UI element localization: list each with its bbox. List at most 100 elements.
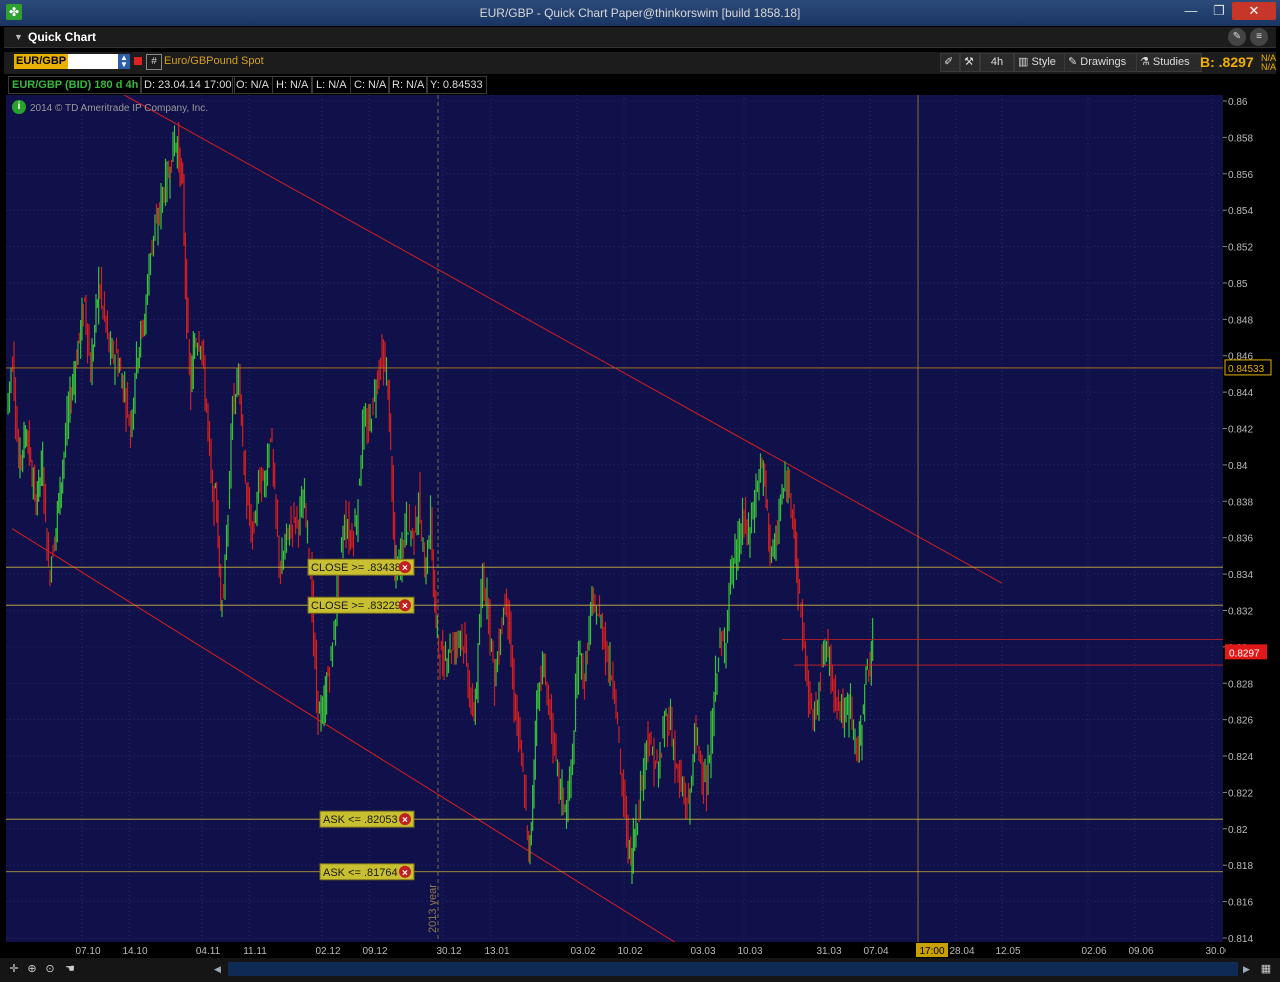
symbol-description: Euro/GBPound Spot xyxy=(164,55,264,67)
scroll-left-arrow-icon[interactable]: ◀ xyxy=(214,962,226,976)
time-axis-svg: 07.10 14.10 04.11 11.11 02.12 09.12 30.12 13.01… xyxy=(75,943,1231,957)
price-tick-label: 0.852 xyxy=(1228,243,1253,254)
chart-area[interactable]: 2013 year CLOSE >= .83438 × CLOSE >= .83229… xyxy=(6,93,1223,963)
percent-na: N/A xyxy=(1261,62,1277,72)
flask-icon: ⚗ xyxy=(1140,56,1153,68)
settings-wrench-icon[interactable]: ⚒ xyxy=(960,53,980,72)
price-tick-label: 0.836 xyxy=(1228,534,1253,545)
chart-info-strip: EUR/GBP (BID) 180 d 4h D: 23.04.14 17:00… xyxy=(6,76,1226,94)
range-readout: R: N/A xyxy=(388,76,429,94)
time-tick-label: 03.03 xyxy=(690,946,715,957)
time-tick-label: 28.04 xyxy=(949,946,974,957)
symbol-field[interactable]: EUR/GBP xyxy=(14,54,70,69)
style-icon: ▥ xyxy=(1018,56,1032,68)
style-label: Style xyxy=(1031,56,1056,68)
scroll-right-arrow-icon[interactable]: ▶ xyxy=(1243,962,1255,976)
window-titlebar: ✤ EUR/GBP - Quick Chart Paper@thinkorswi… xyxy=(0,0,1280,26)
low-readout: L: N/A xyxy=(312,76,351,94)
time-tick-label: 10.02 xyxy=(617,946,642,957)
pencil-icon: ✎ xyxy=(1068,56,1081,68)
alert-label-text: CLOSE >= .83229 xyxy=(311,600,401,612)
time-tick-label: 13.01 xyxy=(484,946,509,957)
price-tick-label: 0.838 xyxy=(1228,497,1253,508)
symbol-spinner-icon[interactable]: ▲ ▼ xyxy=(118,54,130,69)
hash-button[interactable]: # xyxy=(146,54,162,70)
grid-settings-icon[interactable]: ▦ xyxy=(1258,961,1274,977)
time-tick-label: 14.10 xyxy=(122,946,147,957)
price-chart[interactable]: 2013 yearCLOSE >= .83438 ×CLOSE >= .83229… xyxy=(6,93,1223,963)
date-readout: D: 23.04.14 17:00 xyxy=(140,76,236,94)
collapse-icon[interactable]: ▼ xyxy=(14,32,23,42)
drawings-button[interactable]: ✎ Drawings xyxy=(1064,53,1140,72)
zoom-in-icon[interactable]: ⊕ xyxy=(24,961,40,977)
time-tick-label: 07.04 xyxy=(863,946,888,957)
price-tick-label: 0.826 xyxy=(1228,716,1253,727)
time-tick-label: 02.12 xyxy=(315,946,340,957)
close-button[interactable]: ✕ xyxy=(1232,2,1276,20)
crosshair-icon[interactable]: ✛ xyxy=(6,961,22,977)
time-scrollbar[interactable] xyxy=(228,962,1238,976)
price-tick-label: 0.822 xyxy=(1228,788,1253,799)
panel-menu-icon[interactable]: ≡ xyxy=(1250,28,1268,46)
time-tick-label: 12.05 xyxy=(995,946,1020,957)
drawing-tool-icon[interactable]: ✐ xyxy=(940,53,960,72)
copyright-text: 2014 © TD Ameritrade IP Company, Inc. xyxy=(30,103,209,114)
time-axis[interactable]: 07.10 14.10 04.11 11.11 02.12 09.12 30.12 13.01… xyxy=(6,942,1231,958)
price-tick-label: 0.828 xyxy=(1228,679,1253,690)
chart-background xyxy=(6,95,1223,942)
chart-toolbar: EUR/GBP ▲ ▼ # Euro/GBPound Spot ✐ ⚒ 4h ▥ … xyxy=(4,52,1276,74)
time-tick-label: 09.06 xyxy=(1128,946,1153,957)
time-tick-label: 10.03 xyxy=(737,946,762,957)
aggregation-button[interactable]: 4h xyxy=(980,53,1014,72)
price-axis[interactable]: 0.86 0.858 0.856 0.854 0.852 0.85 0.848 0.846 0.… xyxy=(1223,95,1280,945)
style-button[interactable]: ▥ Style xyxy=(1014,53,1068,72)
time-tick-label: 30.12 xyxy=(436,946,461,957)
time-tick-label: 30.06 xyxy=(1205,946,1226,957)
cursor-price-label: 0.84533 xyxy=(1228,364,1265,375)
remove-alert-icon-glyph: × xyxy=(402,563,408,574)
panel-title: Quick Chart xyxy=(28,30,97,44)
info-icon[interactable]: i xyxy=(12,100,26,114)
price-tick-label: 0.854 xyxy=(1228,206,1253,217)
price-axis-svg: 0.860.8580.8560.8540.8520.850.8480.8460.… xyxy=(1223,97,1272,945)
price-tick-label: 0.814 xyxy=(1228,934,1253,942)
time-tick-label: 04.11 xyxy=(196,946,221,957)
minimize-button[interactable]: — xyxy=(1178,2,1204,20)
remove-alert-icon-glyph: × xyxy=(402,868,408,879)
price-tick-label: 0.824 xyxy=(1228,752,1253,763)
open-readout: O: N/A xyxy=(232,76,274,94)
year-marker-label: 2013 year xyxy=(427,884,439,933)
time-tick-label: 02.06 xyxy=(1081,946,1106,957)
high-readout: H: N/A xyxy=(272,76,313,94)
price-tick-label: 0.856 xyxy=(1228,170,1253,181)
flag-icon xyxy=(134,57,142,65)
bid-price: B: .8297 xyxy=(1200,54,1254,70)
y-readout: Y: 0.84533 xyxy=(426,76,487,94)
price-tick-label: 0.832 xyxy=(1228,606,1253,617)
time-tick-label: 31.03 xyxy=(816,946,841,957)
zoom-icon[interactable]: ⊙ xyxy=(42,961,58,977)
symbol-input[interactable] xyxy=(68,54,118,69)
time-tick-label: 03.02 xyxy=(570,946,595,957)
study-label: EUR/GBP (BID) 180 d 4h xyxy=(8,76,143,94)
time-tick-label: 07.10 xyxy=(75,946,100,957)
price-tick-label: 0.844 xyxy=(1228,388,1253,399)
price-tick-label: 0.818 xyxy=(1228,861,1253,872)
last-price-label: 0.8297 xyxy=(1229,648,1260,659)
panel-header: ▼ Quick Chart ✎ ≡ xyxy=(4,27,1276,48)
price-tick-label: 0.834 xyxy=(1228,570,1253,581)
price-tick-label: 0.86 xyxy=(1228,97,1248,108)
price-tick-label: 0.85 xyxy=(1228,279,1248,290)
price-tick-label: 0.842 xyxy=(1228,425,1253,436)
price-tick-label: 0.816 xyxy=(1228,898,1253,909)
studies-button[interactable]: ⚗ Studies xyxy=(1136,53,1202,72)
maximize-button[interactable]: ❐ xyxy=(1206,2,1232,20)
alert-label-text: ASK <= .82053 xyxy=(323,814,398,826)
price-tick-label: 0.82 xyxy=(1228,825,1248,836)
price-tick-label: 0.848 xyxy=(1228,315,1253,326)
pin-icon[interactable]: ✎ xyxy=(1228,28,1246,46)
pan-hand-icon[interactable]: ☚ xyxy=(62,961,78,977)
alert-label-text: ASK <= .81764 xyxy=(323,867,398,879)
time-tick-label: 11.11 xyxy=(243,946,267,957)
remove-alert-icon-glyph: × xyxy=(402,601,408,612)
